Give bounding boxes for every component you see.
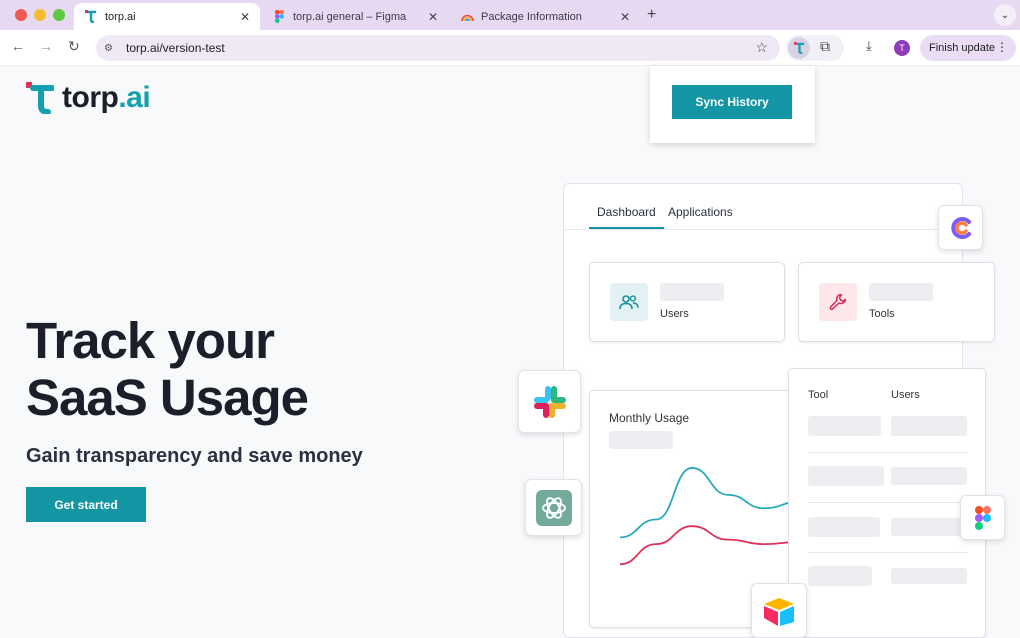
table-row-users-placeholder: [891, 467, 967, 485]
back-arrow-icon[interactable]: ←: [11, 38, 25, 54]
table-row-tool-placeholder: [808, 517, 880, 537]
table-row-tool-placeholder: [808, 416, 881, 436]
users-stat-label: Users: [660, 308, 689, 320]
torp-extension-icon[interactable]: [788, 37, 810, 59]
extensions-puzzle-icon[interactable]: ⧉: [820, 38, 830, 55]
browser-tab-torp[interactable]: torp.ai ✕: [74, 3, 260, 30]
table-row-tool-placeholder: [808, 466, 884, 486]
browser-tab-package-info[interactable]: Package Information ✕: [450, 3, 640, 30]
extensions-group: ⧉: [786, 35, 844, 61]
table-header-tool: Tool: [808, 389, 829, 401]
browser-toolbar: ← → ↻ ⚙ torp.ai/version-test ☆ ⧉ ⤓ T Fin…: [0, 30, 1020, 66]
site-settings-icon[interactable]: ⚙: [104, 43, 118, 54]
tab-applications[interactable]: Applications: [668, 205, 733, 219]
clickup-icon: [938, 205, 983, 250]
download-icon[interactable]: ⤓: [866, 38, 872, 54]
sync-history-button[interactable]: Sync History: [672, 85, 792, 119]
hero-title-line-1: Track your: [26, 312, 275, 369]
finish-update-label: Finish update: [929, 42, 996, 54]
browser-tab-strip: torp.ai ✕ torp.ai general – Figma ✕ Pack…: [0, 0, 1020, 30]
torp-favicon-icon: [84, 10, 98, 24]
rainbow-favicon-icon: [460, 10, 474, 24]
table-row-divider: [808, 502, 968, 503]
new-tab-plus-icon[interactable]: +: [647, 6, 656, 24]
table-row-tool-placeholder: [808, 566, 872, 586]
finish-update-button[interactable]: Finish update ⋮: [920, 35, 1016, 61]
usage-series-line-1: [619, 467, 798, 539]
logo-part-torp: torp: [62, 81, 119, 114]
tab-divider: [564, 229, 964, 230]
tools-value-placeholder: [869, 283, 933, 301]
more-menu-icon[interactable]: ⋮: [996, 40, 1008, 54]
tab-title: torp.ai: [105, 10, 136, 23]
hero-subtitle: Gain transparency and save money: [26, 445, 363, 467]
close-tab-icon[interactable]: ✕: [620, 10, 630, 24]
hero-title-line-2: SaaS Usage: [26, 369, 309, 426]
table-row-users-placeholder: [891, 518, 967, 536]
close-tab-icon[interactable]: ✕: [240, 10, 250, 24]
table-row-divider: [808, 552, 968, 553]
tab-title: Package Information: [481, 10, 582, 23]
users-value-placeholder: [660, 283, 724, 301]
torp-logo-mark-icon: [26, 82, 54, 114]
close-tab-icon[interactable]: ✕: [428, 10, 438, 24]
table-header-users: Users: [891, 389, 920, 401]
slack-icon: [518, 370, 581, 433]
figma-favicon-icon: [272, 10, 286, 24]
browser-tab-figma[interactable]: torp.ai general – Figma ✕: [262, 3, 448, 30]
wrench-icon: [819, 283, 857, 321]
airtable-icon: [751, 583, 807, 638]
table-row-divider: [808, 452, 968, 453]
tools-stat-card: Tools: [798, 262, 995, 342]
torp-logo[interactable]: torp.ai: [26, 80, 151, 116]
logo-wordmark: torp.ai: [62, 81, 151, 115]
close-window-button[interactable]: [15, 9, 27, 21]
tools-table-card: Tool Users: [788, 368, 986, 638]
tab-dashboard[interactable]: Dashboard: [597, 205, 656, 219]
reload-icon[interactable]: ↻: [68, 38, 80, 55]
bookmark-star-icon[interactable]: ☆: [755, 39, 768, 56]
figma-icon: [960, 495, 1005, 540]
profile-avatar[interactable]: T: [894, 40, 910, 56]
get-started-button[interactable]: Get started: [26, 487, 146, 522]
hero-title: Track your SaaS Usage: [26, 312, 309, 426]
logo-part-ai: .ai: [118, 81, 151, 114]
users-icon: [610, 283, 648, 321]
table-row-users-placeholder: [891, 416, 967, 436]
tab-title: torp.ai general – Figma: [293, 10, 407, 23]
address-bar[interactable]: ⚙ torp.ai/version-test ☆: [96, 35, 780, 61]
minimize-window-button[interactable]: [34, 9, 46, 21]
maximize-window-button[interactable]: [53, 9, 65, 21]
url-text: torp.ai/version-test: [126, 41, 225, 55]
tab-search-chevron-icon[interactable]: ⌄: [994, 4, 1016, 26]
usage-series-line-2: [619, 525, 798, 566]
tools-stat-label: Tools: [869, 308, 895, 320]
forward-arrow-icon[interactable]: →: [39, 38, 53, 54]
extension-popup: Sync History: [650, 66, 815, 143]
openai-icon: [525, 479, 582, 536]
table-row-users-placeholder: [891, 568, 967, 584]
users-stat-card: Users: [589, 262, 785, 342]
